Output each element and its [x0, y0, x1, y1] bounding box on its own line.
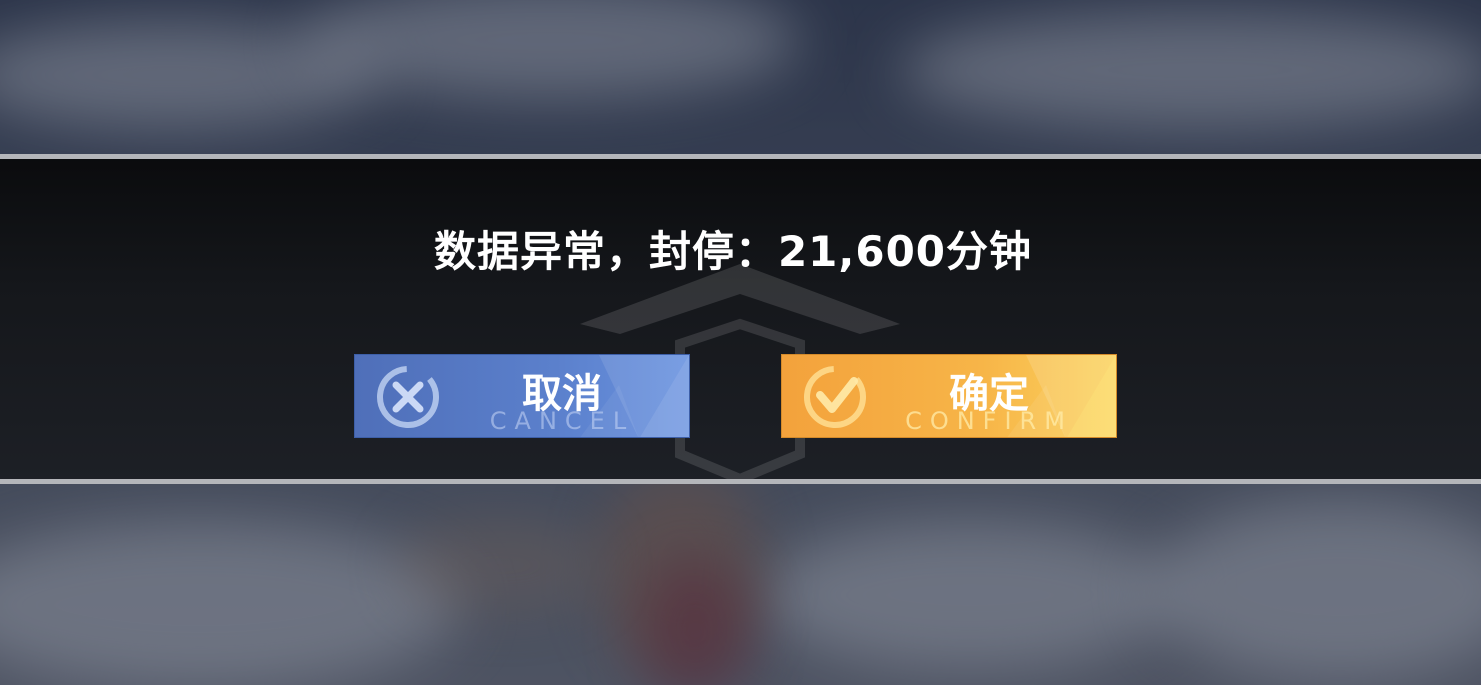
dialog-top-border: [0, 154, 1481, 159]
confirm-button[interactable]: 确定 CONFIRM: [781, 354, 1117, 438]
cancel-button[interactable]: 取消 CANCEL: [354, 354, 690, 438]
confirm-button-sublabel: CONFIRM: [905, 407, 1073, 435]
dialog-bottom-border: [0, 479, 1481, 484]
ban-message: 数据异常，封停：21,600分钟: [433, 227, 1033, 276]
ban-notice-dialog: 数据异常，封停：21,600分钟 取消 CANCEL 确定 CONFIRM: [0, 154, 1481, 484]
cancel-button-sublabel: CANCEL: [489, 407, 635, 435]
